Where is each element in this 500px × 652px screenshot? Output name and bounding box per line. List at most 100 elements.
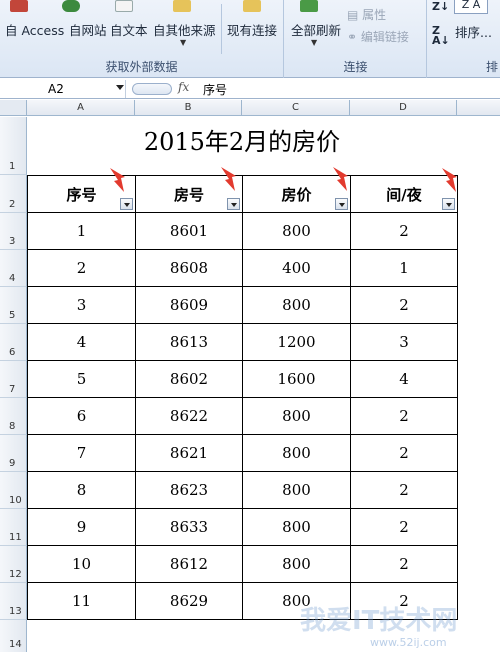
sort-za-icon[interactable]: Z A↓ <box>432 25 450 46</box>
red-arrow-icon <box>333 167 348 191</box>
row-header-2[interactable]: 2 <box>0 175 27 213</box>
filter-dropdown-button[interactable] <box>442 198 455 210</box>
sort-button[interactable]: 排序... <box>455 22 492 41</box>
cell-room[interactable]: 8609 <box>135 286 243 324</box>
cell-price[interactable]: 800 <box>242 434 351 472</box>
existing-connections-button[interactable]: 现有连接 <box>227 20 277 39</box>
text-icon <box>115 0 133 12</box>
header-label: 序号 <box>66 185 97 204</box>
cell-room[interactable]: 8612 <box>135 545 243 583</box>
cell-number[interactable]: 8 <box>27 471 136 509</box>
group-label: 排 <box>485 60 498 74</box>
cell-nights[interactable]: 2 <box>350 508 458 546</box>
cell-price[interactable]: 800 <box>242 545 351 583</box>
red-arrow-icon <box>442 168 457 192</box>
cell-price[interactable]: 1600 <box>242 360 351 398</box>
cell-room[interactable]: 8602 <box>135 360 243 398</box>
cell-nights[interactable]: 2 <box>350 545 458 583</box>
row-header-11[interactable]: 11 <box>0 509 27 546</box>
column-header-b[interactable]: B <box>135 100 242 116</box>
column-header-c[interactable]: C <box>242 100 350 116</box>
cell-price[interactable]: 400 <box>242 249 351 287</box>
filter-dropdown-button[interactable] <box>335 198 348 210</box>
cell-price[interactable]: 1200 <box>242 323 351 361</box>
cell-price[interactable]: 800 <box>242 508 351 546</box>
cell-number[interactable]: 10 <box>27 545 136 583</box>
filter-dropdown-button[interactable] <box>120 198 133 210</box>
cell-nights[interactable]: 2 <box>350 434 458 472</box>
from-web-button[interactable]: 自网站 <box>69 20 107 39</box>
cell-price[interactable]: 800 <box>242 397 351 435</box>
cell-number[interactable]: 1 <box>27 212 136 250</box>
header-row: 序号 房号 房价 间/夜 <box>27 175 458 213</box>
from-other-sources-button[interactable]: 自其他来源 <box>153 20 216 39</box>
table-row: 2 8608 400 1 <box>27 249 458 287</box>
table-row: 6 8622 800 2 <box>27 397 458 435</box>
sort-az-icon[interactable]: Z↓ <box>432 1 449 12</box>
cell-number[interactable]: 7 <box>27 434 136 472</box>
row-header-8[interactable]: 8 <box>0 398 27 435</box>
row-header-13[interactable]: 13 <box>0 583 27 620</box>
web-icon <box>62 0 80 12</box>
properties-button[interactable]: ▤ 属性 <box>347 6 386 23</box>
cell-nights[interactable]: 3 <box>350 323 458 361</box>
cell-number[interactable]: 5 <box>27 360 136 398</box>
cell-price[interactable]: 800 <box>242 471 351 509</box>
formula-bar-slider[interactable] <box>132 83 172 95</box>
filter-dropdown-button[interactable] <box>227 198 240 210</box>
cell-number[interactable]: 3 <box>27 286 136 324</box>
row-header-1[interactable]: 1 <box>0 117 27 175</box>
cell-number[interactable]: 2 <box>27 249 136 287</box>
formula-input[interactable]: 序号 <box>203 81 227 98</box>
function-icon[interactable]: fx <box>178 80 189 94</box>
row-header-3[interactable]: 3 <box>0 213 27 250</box>
row-header-5[interactable]: 5 <box>0 287 27 324</box>
cell-number[interactable]: 4 <box>27 323 136 361</box>
from-text-button[interactable]: 自文本 <box>110 20 148 39</box>
row-header-7[interactable]: 7 <box>0 361 27 398</box>
cell-nights[interactable]: 2 <box>350 286 458 324</box>
cell-room[interactable]: 8621 <box>135 434 243 472</box>
edit-links-button[interactable]: ⚭ 编辑链接 <box>347 28 409 45</box>
cell-nights[interactable]: 4 <box>350 360 458 398</box>
cell-room[interactable]: 8623 <box>135 471 243 509</box>
cell-number[interactable]: 6 <box>27 397 136 435</box>
column-header-a[interactable]: A <box>27 100 135 116</box>
cell-price[interactable]: 800 <box>242 212 351 250</box>
group-label: 连接 <box>343 60 368 74</box>
cell-price[interactable]: 800 <box>242 286 351 324</box>
cell-room[interactable]: 8633 <box>135 508 243 546</box>
cell-room[interactable]: 8629 <box>135 582 243 620</box>
table-row: 7 8621 800 2 <box>27 434 458 472</box>
row-header-10[interactable]: 10 <box>0 472 27 509</box>
select-all-corner[interactable] <box>0 100 27 116</box>
table-row: 4 8613 1200 3 <box>27 323 458 361</box>
cell-room[interactable]: 8601 <box>135 212 243 250</box>
cell-room[interactable]: 8608 <box>135 249 243 287</box>
row-header-14[interactable]: 14 <box>0 620 27 652</box>
row-header-12[interactable]: 12 <box>0 546 27 583</box>
sort-dialog-icon[interactable]: Z A <box>454 0 488 14</box>
name-box[interactable]: A2 <box>0 80 126 98</box>
column-header-e[interactable] <box>457 100 500 116</box>
table-row: 9 8633 800 2 <box>27 508 458 546</box>
cell-number[interactable]: 9 <box>27 508 136 546</box>
group-label: 获取外部数据 <box>105 60 178 74</box>
cell-number[interactable]: 11 <box>27 582 136 620</box>
chevron-down-icon[interactable] <box>116 85 124 90</box>
row-header-4[interactable]: 4 <box>0 250 27 287</box>
cell-nights[interactable]: 2 <box>350 397 458 435</box>
cell-nights[interactable]: 2 <box>350 471 458 509</box>
cell-room[interactable]: 8613 <box>135 323 243 361</box>
row-header-9[interactable]: 9 <box>0 435 27 472</box>
refresh-icon <box>300 0 318 12</box>
sheet-title[interactable]: 2015年2月的房价 <box>27 122 457 157</box>
from-access-button[interactable]: 自 Access <box>5 20 64 39</box>
cell-nights[interactable]: 1 <box>350 249 458 287</box>
row-header-6[interactable]: 6 <box>0 324 27 361</box>
cell-nights[interactable]: 2 <box>350 212 458 250</box>
header-label: 间/夜 <box>386 185 422 204</box>
column-header-d[interactable]: D <box>350 100 457 116</box>
refresh-all-button[interactable]: 全部刷新 <box>291 20 341 39</box>
cell-room[interactable]: 8622 <box>135 397 243 435</box>
